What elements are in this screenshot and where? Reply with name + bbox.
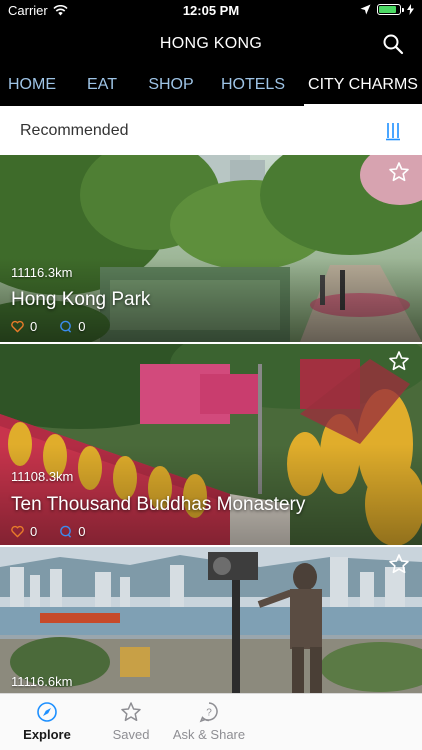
status-right [360, 4, 414, 15]
favorite-star-icon[interactable] [388, 350, 410, 372]
charging-bolt-icon [407, 4, 414, 15]
tab-shop[interactable]: SHOP [140, 66, 202, 106]
tab-ask-share-label: Ask & Share [172, 727, 246, 742]
comments-count: 0 [78, 524, 86, 539]
likes-count: 0 [30, 524, 38, 539]
distance-label: 11116.6km [11, 674, 73, 689]
battery-icon [377, 4, 404, 15]
category-tabs: HOME EAT SHOP HOTELS CITY CHARMS [0, 66, 422, 106]
comment-icon[interactable] [59, 320, 72, 333]
distance-label: 11108.3km [11, 469, 74, 484]
distance-label: 11116.3km [11, 265, 73, 280]
star-icon [121, 702, 141, 722]
clock: 12:05 PM [182, 3, 240, 18]
attraction-name: Hong Kong Park [11, 289, 151, 310]
section-title: Recommended [20, 122, 129, 139]
engagement-stats: 0 0 [11, 319, 85, 334]
tab-explore[interactable]: Explore [2, 701, 92, 742]
attraction-card[interactable]: 11108.3km Ten Thousand Buddhas Monastery… [0, 344, 422, 545]
tab-eat[interactable]: EAT [64, 66, 140, 106]
svg-text:?: ? [206, 708, 212, 719]
section-header: Recommended [0, 106, 422, 156]
status-bar: Carrier 12:05 PM [0, 0, 422, 22]
compass-icon [37, 702, 57, 722]
tab-explore-label: Explore [23, 727, 71, 742]
attraction-card[interactable]: 11116.3km Hong Kong Park 0 0 [0, 155, 422, 342]
location-arrow-icon [360, 4, 371, 15]
tab-saved-label: Saved [112, 727, 150, 742]
comment-icon[interactable] [59, 525, 72, 538]
nav-header: HONG KONG [0, 22, 422, 66]
tab-saved[interactable]: Saved [86, 701, 176, 742]
question-bubble-icon: ? [199, 702, 218, 723]
engagement-stats: 0 0 [11, 524, 85, 539]
tab-ask-share[interactable]: ? Ask & Share [164, 701, 254, 742]
favorite-star-icon[interactable] [388, 161, 410, 183]
battery-level [379, 6, 396, 13]
page-title: HONG KONG [159, 35, 263, 52]
tab-home[interactable]: HOME [0, 66, 64, 106]
favorite-star-icon[interactable] [388, 553, 410, 575]
heart-icon[interactable] [11, 320, 24, 333]
likes-count: 0 [30, 319, 38, 334]
tab-city-charms[interactable]: CITY CHARMS [304, 66, 422, 106]
search-icon[interactable] [382, 33, 404, 55]
attraction-photo [0, 547, 422, 693]
attraction-name: Ten Thousand Buddhas Monastery [11, 494, 306, 515]
attraction-photo [0, 155, 422, 342]
bottom-tab-bar: Explore Saved ? Ask & Share [0, 693, 422, 750]
heart-icon[interactable] [11, 525, 24, 538]
comments-count: 0 [78, 319, 86, 334]
tab-hotels[interactable]: HOTELS [202, 66, 304, 106]
view-toggle-icon[interactable] [384, 120, 406, 142]
attraction-card[interactable]: 11116.6km [0, 547, 422, 693]
